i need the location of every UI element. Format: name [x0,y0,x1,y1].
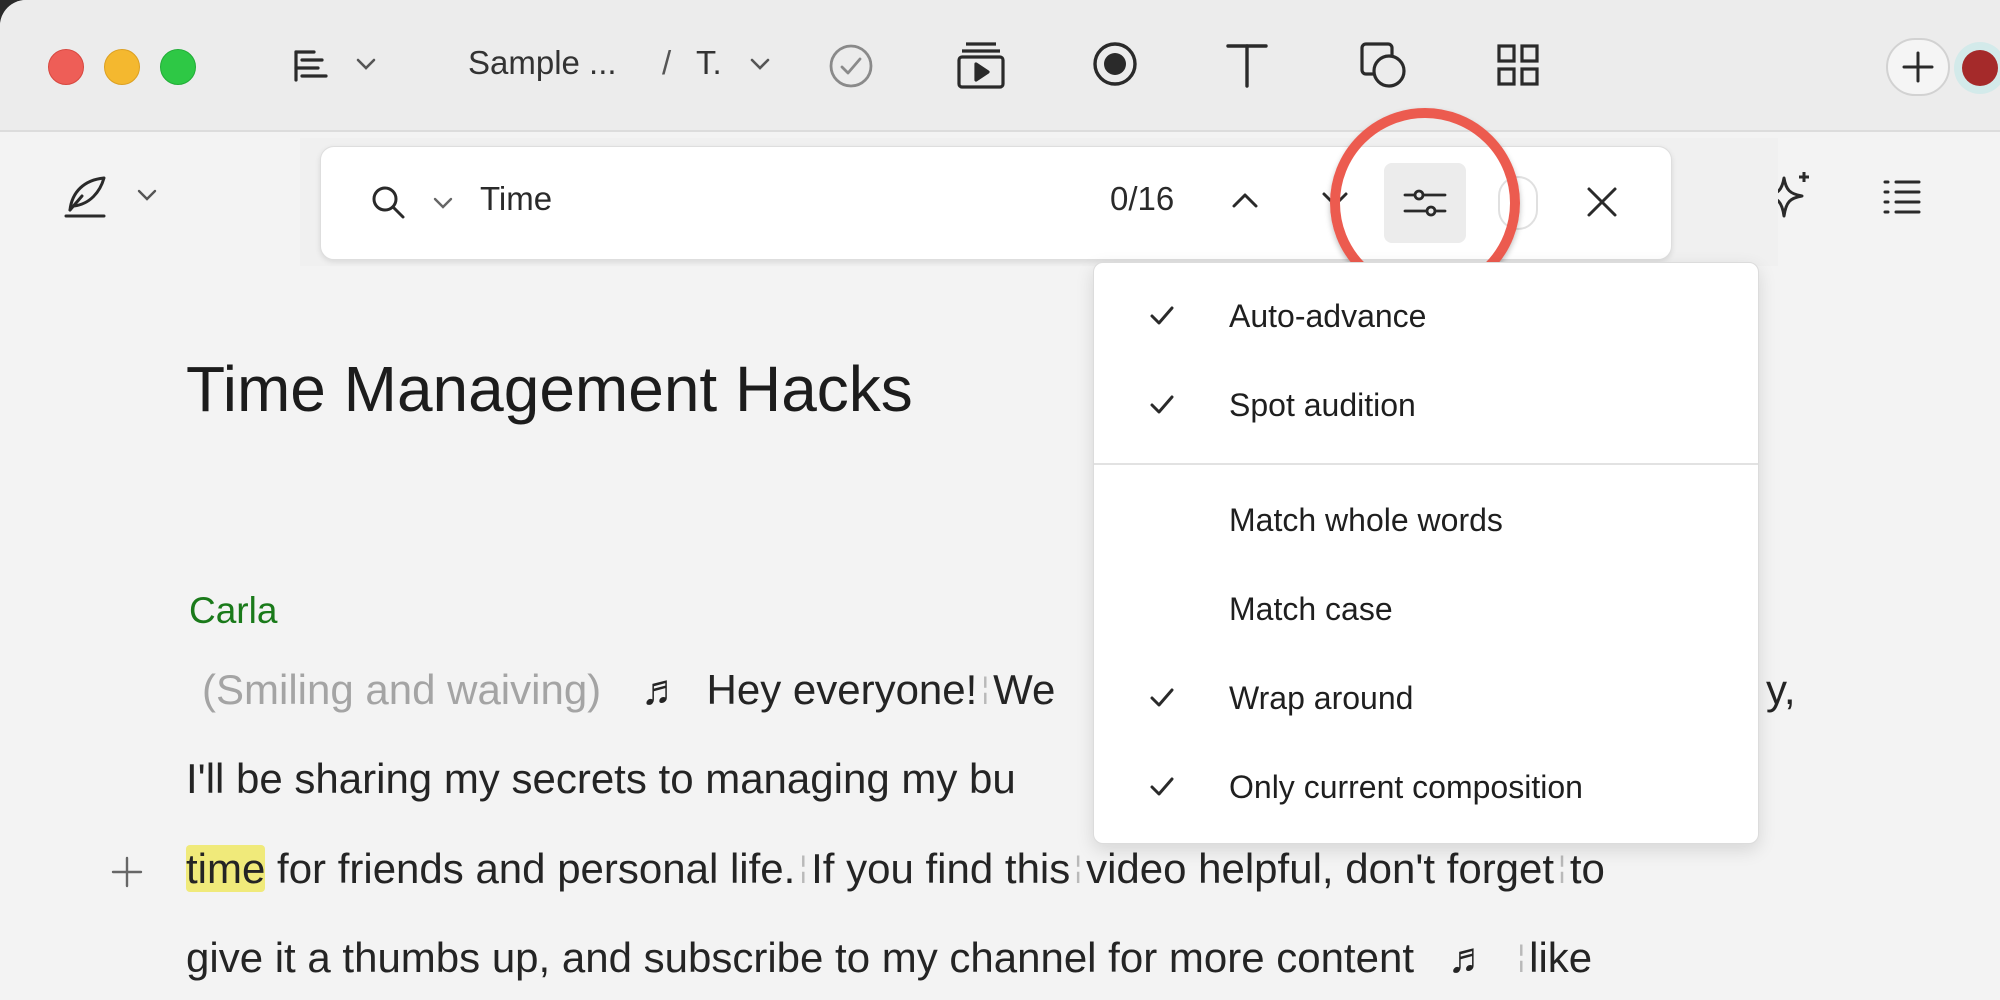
check-icon [1148,773,1176,806]
script-view-icon[interactable] [292,46,332,86]
menu-item-auto-advance[interactable]: Auto-advance [1094,287,1758,347]
menu-item-match-case[interactable]: Match case [1094,580,1758,640]
menu-item-only-current-composition[interactable]: Only current composition [1094,758,1758,818]
app-window: Sample ... / T. Time 0/16 Time Managemen… [0,0,2000,1000]
find-options-menu: Auto-advance Spot audition Match whole w… [1093,262,1759,844]
script-line-2[interactable]: I'll be sharing my secrets to managing m… [186,755,1016,803]
script-line-4[interactable]: give it a thumbs up, and subscribe to my… [186,934,1592,982]
add-block-icon[interactable] [110,855,144,894]
stage-direction: (Smiling and waiving) [202,666,602,713]
menu-item-spot-audition[interactable]: Spot audition [1094,376,1758,436]
title-bar: Sample ... / T. [0,0,2000,132]
search-mode-chevron-icon[interactable] [432,196,454,210]
word-separator-icon: ¦ [1517,940,1526,973]
outline-list-icon[interactable] [1882,176,1922,221]
music-note-icon: ♬ [640,666,683,713]
line-text: If you find this [811,845,1071,892]
window-zoom-button[interactable] [160,49,196,85]
play-scene-icon[interactable] [956,40,1006,90]
word-separator-icon: ¦ [799,851,808,884]
line-text-tail: y, [1766,666,1796,713]
line-text: We [993,666,1056,713]
breadcrumb-project[interactable]: Sample ... [468,44,617,82]
avatar[interactable] [1954,42,2000,94]
menu-item-label: Wrap around [1229,680,1414,716]
line-text: to [1569,845,1605,892]
line-text: like [1529,934,1593,981]
add-icon[interactable] [1886,38,1950,96]
check-icon [1148,391,1176,424]
find-input[interactable]: Time [480,180,552,218]
window-minimize-button[interactable] [104,49,140,85]
search-match-highlight: time [186,845,266,892]
close-icon[interactable] [1585,185,1619,219]
line-text: video helpful, don't forget [1086,845,1555,892]
speaker-name[interactable]: Carla [189,590,277,632]
line-text: Hey everyone! [706,666,978,713]
find-result-count: 0/16 [1110,180,1175,217]
search-icon[interactable] [370,184,406,220]
previous-result-icon[interactable] [1230,190,1260,210]
menu-item-match-whole-words[interactable]: Match whole words [1094,491,1758,551]
pen-tool-chevron-icon[interactable] [136,188,158,207]
word-separator-icon: ¦ [1558,851,1566,884]
script-line-3[interactable]: time for friends and personal life. ¦If y… [186,845,1605,893]
composition-chevron-icon[interactable] [748,56,772,72]
menu-item-label: Only current composition [1229,769,1583,805]
line-text: give it a thumbs up, and subscribe to my… [186,934,1414,981]
menu-item-wrap-around[interactable]: Wrap around [1094,669,1758,729]
menu-item-label: Auto-advance [1229,298,1427,334]
menu-divider [1094,463,1758,465]
text-icon[interactable] [1224,42,1270,88]
menu-item-label: Match case [1229,591,1393,627]
word-separator-icon: ¦ [981,672,990,705]
menu-item-label: Match whole words [1229,502,1503,538]
breadcrumb-composition[interactable]: T. [696,44,722,82]
menu-item-label: Spot audition [1229,387,1416,423]
shapes-icon[interactable] [1358,40,1408,90]
pen-tool-icon[interactable] [62,172,110,225]
page-title: Time Management Hacks [186,353,913,425]
check-icon [1148,302,1176,335]
grid-icon[interactable] [1496,43,1540,87]
script-line-1[interactable]: (Smiling and waiving) ♬ Hey everyone! ¦We [186,666,1055,714]
breadcrumb-separator: / [662,44,672,81]
word-separator-icon: ¦ [1074,851,1083,884]
window-close-button[interactable] [48,49,84,85]
check-icon [1148,684,1176,717]
record-icon[interactable] [1091,40,1139,88]
line-text: for friends and personal life. [277,845,796,892]
chevron-down-icon[interactable] [354,56,378,72]
music-note-icon: ♬ [1447,934,1490,981]
checkmark-circle-icon[interactable] [828,43,874,89]
